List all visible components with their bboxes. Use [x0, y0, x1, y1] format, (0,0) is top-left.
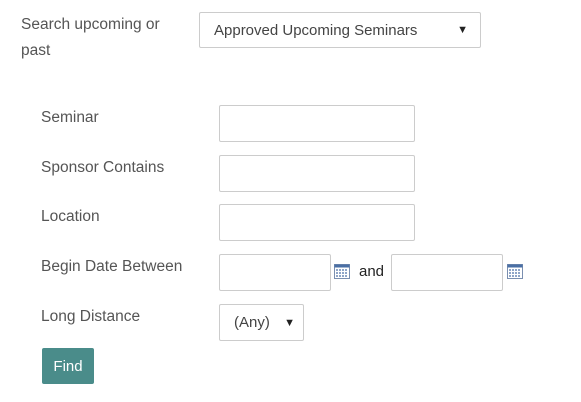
begin-date-to-input[interactable] — [391, 254, 503, 291]
search-scope-select[interactable]: Approved Upcoming Seminars ▼ — [199, 12, 481, 48]
begin-date-from-input[interactable] — [219, 254, 331, 291]
search-scope-label: Search upcoming or past — [21, 16, 160, 59]
seminar-label: Seminar — [41, 109, 99, 126]
date-range-and-label: and — [359, 263, 385, 280]
sponsor-label: Sponsor Contains — [41, 159, 165, 176]
long-distance-value: (Any) — [234, 314, 270, 331]
calendar-icon[interactable] — [334, 264, 350, 284]
sponsor-input[interactable] — [219, 155, 415, 192]
long-distance-select[interactable]: (Any) ▼ — [219, 304, 304, 341]
search-scope-value: Approved Upcoming Seminars — [214, 21, 418, 39]
find-button[interactable]: Find — [42, 348, 94, 384]
seminar-input[interactable] — [219, 105, 415, 142]
begin-date-label: Begin Date Between — [41, 258, 183, 275]
chevron-down-icon: ▼ — [457, 24, 468, 36]
location-label: Location — [41, 208, 100, 225]
location-input[interactable] — [219, 204, 415, 241]
long-distance-label: Long Distance — [41, 308, 141, 325]
chevron-down-icon: ▼ — [284, 316, 295, 329]
calendar-icon[interactable] — [507, 264, 523, 284]
